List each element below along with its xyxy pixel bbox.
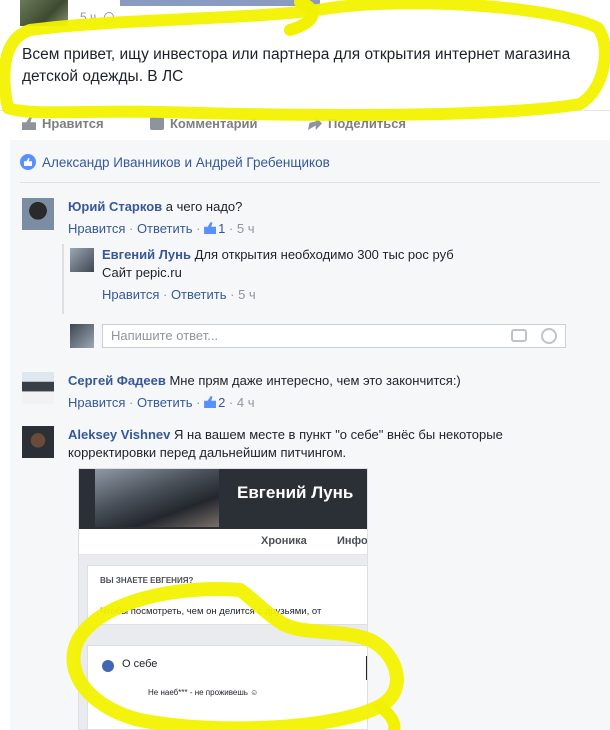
avatar[interactable]	[22, 426, 54, 458]
like-icon	[22, 117, 36, 130]
comment-like-count[interactable]: 1	[204, 221, 225, 236]
comment-icon	[150, 117, 164, 130]
comment-body: Сергей Фадеев Мне прям даже интересно, ч…	[68, 372, 588, 412]
post-actions: Нравится Комментарий Поделиться	[0, 110, 610, 136]
likers-line[interactable]: Александр Иванников и Андрей Гребенщиков	[20, 154, 330, 170]
reply-like-link[interactable]: Нравится	[102, 287, 159, 302]
reply-input[interactable]: Напишите ответ...	[102, 324, 566, 348]
info-icon	[102, 660, 114, 672]
post-text: Всем привет, ищу инвестора или партнера …	[22, 46, 571, 85]
post-header: 5 ч	[0, 0, 610, 34]
tab-info: Инфо	[337, 535, 368, 547]
share-button[interactable]: Поделиться	[308, 116, 406, 131]
like-icon	[204, 222, 217, 234]
know-heading: ВЫ ЗНАЕТЕ ЕВГЕНИЯ?	[100, 576, 194, 585]
profile-cover: Евгений Лунь	[79, 469, 367, 529]
reply-input-placeholder: Напишите ответ...	[111, 328, 219, 343]
author-avatar[interactable]	[20, 0, 68, 26]
like-button[interactable]: Нравится	[22, 116, 104, 131]
comment-author[interactable]: Юрий Старков	[68, 199, 162, 214]
friends-text: Чтобы посмотреть, чем он делится с друзь…	[100, 606, 322, 617]
reply-time[interactable]: 5 ч	[238, 287, 256, 302]
author-name-fragment[interactable]	[120, 0, 320, 6]
about-text: Не наеб*** - не проживешь ☺	[148, 688, 259, 697]
comment-meta: Нравится · Ответить · 2 · 4 ч	[68, 395, 255, 410]
share-button-label: Поделиться	[328, 116, 407, 131]
like-count: 1	[218, 221, 226, 236]
share-icon	[308, 117, 322, 130]
camera-icon[interactable]	[511, 329, 527, 342]
comment-author[interactable]: Aleksey Vishnev	[68, 427, 170, 442]
profile-tabs: Хроника Инфо	[79, 529, 368, 555]
reply-reply-link[interactable]: Ответить	[171, 287, 227, 302]
comment-time[interactable]: 4 ч	[237, 395, 255, 410]
text-cursor	[366, 656, 367, 680]
cover-photo	[95, 469, 219, 527]
profile-name: Евгений Лунь	[237, 483, 354, 502]
reply-author[interactable]: Евгений Лунь	[102, 247, 191, 262]
comment-like-link[interactable]: Нравится	[68, 221, 125, 236]
avatar[interactable]	[22, 198, 54, 230]
facebook-post: 5 ч Всем привет, ищу инвестора или партн…	[0, 0, 610, 730]
tab-timeline: Хроника	[261, 535, 307, 547]
post-time-text[interactable]: 5 ч	[80, 10, 96, 24]
avatar[interactable]	[70, 248, 94, 272]
comment-body: Aleksey Vishnev Я на вашем месте в пункт…	[68, 426, 578, 462]
smile-icon[interactable]	[541, 328, 557, 344]
globe-icon	[103, 12, 114, 22]
like-button-label: Нравится	[42, 116, 104, 131]
comment-text: Мне прям даже интересно, чем это закончи…	[169, 373, 461, 388]
reply-text-line2: Сайт pepic.ru	[102, 265, 182, 280]
comment-body: Юрий Старков а чего надо? Нравится · Отв…	[68, 198, 588, 238]
know-card: ВЫ ЗНАЕТЕ ЕВГЕНИЯ? Чтобы посмотреть, чем…	[87, 565, 367, 625]
comment-like-link[interactable]: Нравится	[68, 395, 125, 410]
about-title: О себе	[122, 658, 158, 670]
divider	[20, 182, 600, 183]
comment-button-label: Комментарий	[170, 116, 258, 131]
post-timestamp[interactable]: 5 ч	[80, 10, 114, 24]
comment-author[interactable]: Сергей Фадеев	[68, 373, 166, 388]
like-badge-icon	[20, 154, 36, 170]
attached-screenshot[interactable]: Евгений Лунь Хроника Инфо ВЫ ЗНАЕТЕ ЕВГЕ…	[78, 468, 368, 730]
comment-like-count[interactable]: 2	[204, 395, 225, 410]
avatar[interactable]	[22, 372, 54, 404]
comment-time[interactable]: 5 ч	[237, 221, 255, 236]
comment-text: а чего надо?	[165, 199, 243, 214]
likers-text[interactable]: Александр Иванников и Андрей Гребенщиков	[42, 155, 330, 170]
comment-button[interactable]: Комментарий	[150, 116, 258, 131]
reply-text: Для открытия необходимо 300 тыс рос руб	[194, 247, 454, 262]
like-icon	[204, 396, 217, 408]
reply-body: Евгений Лунь Для открытия необходимо 300…	[102, 246, 582, 304]
reply-thread-line	[62, 244, 64, 314]
about-card: О себе Не наеб*** - не проживешь ☺	[87, 645, 367, 729]
reply-meta: Нравится · Ответить · 5 ч	[102, 287, 256, 302]
comment-reply-link[interactable]: Ответить	[137, 395, 193, 410]
comment-reply-link[interactable]: Ответить	[137, 221, 193, 236]
my-avatar	[70, 324, 94, 348]
like-count: 2	[218, 395, 226, 410]
comment-meta: Нравится · Ответить · 1 · 5 ч	[68, 221, 255, 236]
